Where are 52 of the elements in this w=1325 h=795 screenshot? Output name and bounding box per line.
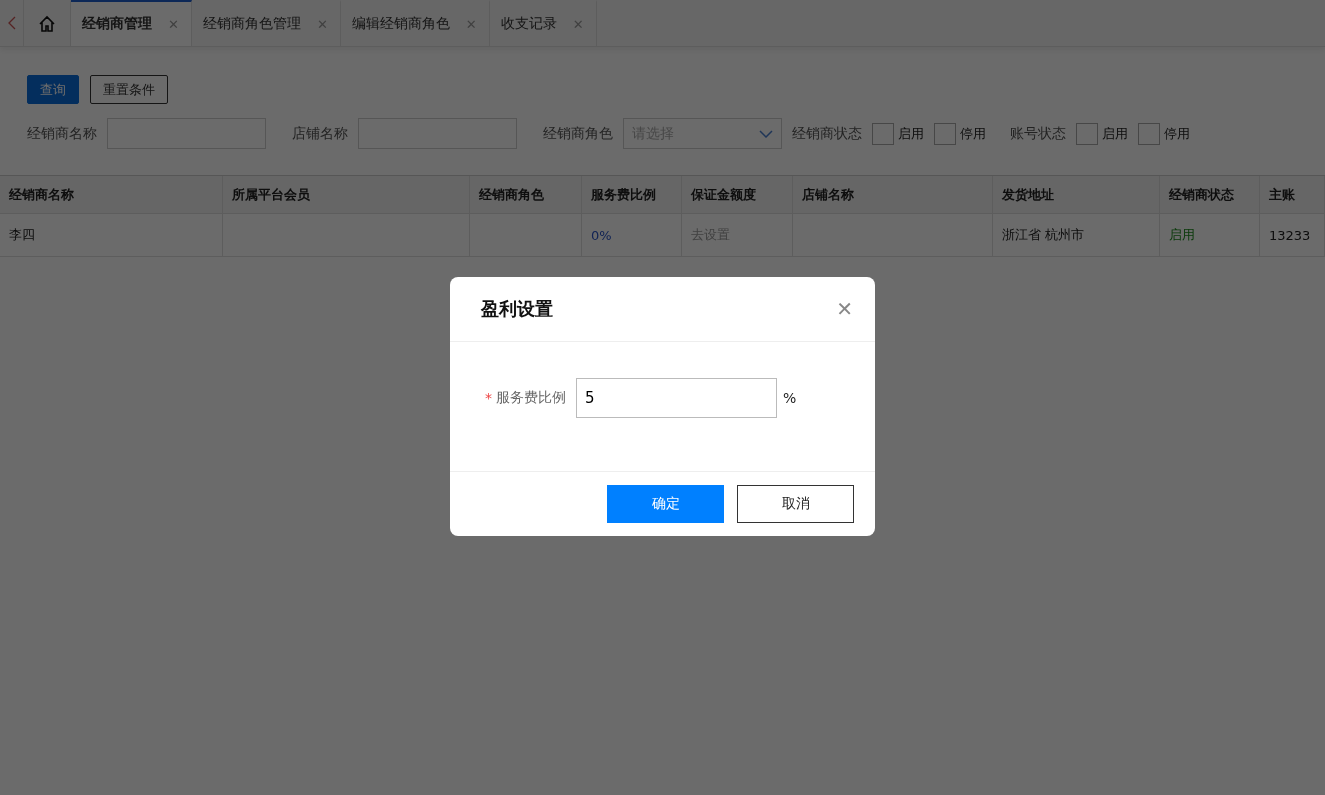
tab-label: 收支记录 [500, 15, 557, 33]
page-tab[interactable]: 收支记录 ✕ [489, 0, 597, 46]
checkbox-label: 停用 [960, 124, 986, 143]
table-cell[interactable]: 0% [582, 214, 682, 256]
filter-label: 店铺名称 [292, 124, 348, 143]
input-field[interactable]: 5 [576, 377, 777, 418]
table-cell: 13233 [1260, 214, 1325, 256]
confirm-button[interactable]: 确定 [607, 485, 724, 523]
column-header: 店铺名称 [793, 176, 993, 213]
column-header: 经销商角色 [470, 176, 582, 213]
checkbox-label: 启用 [898, 124, 924, 143]
column-header: 服务费比例 [582, 176, 682, 213]
checkbox[interactable] [934, 122, 956, 145]
column-header: 经销商状态 [1160, 176, 1260, 213]
column-header: 经销商名称 [0, 176, 223, 213]
close-icon[interactable]: ✕ [572, 16, 584, 32]
dialog-title: 盈利设置 [481, 297, 553, 321]
checkbox-label: 停用 [1164, 124, 1190, 143]
close-icon[interactable]: ✕ [465, 16, 477, 32]
checkbox-label: 启用 [1102, 124, 1128, 143]
filter-label: 经销商状态 [792, 124, 862, 143]
checkbox[interactable] [1138, 122, 1160, 145]
close-button[interactable]: ✕ [836, 297, 853, 321]
unit-label: % [783, 389, 797, 406]
close-icon[interactable]: ✕ [168, 16, 179, 32]
page-tab[interactable]: 编辑经销商角色 ✕ [340, 0, 490, 46]
query-button[interactable]: 查询 [27, 75, 79, 104]
page-tab[interactable]: 经销商管理 ✕ [71, 0, 192, 46]
column-header: 发货地址 [993, 176, 1160, 213]
reset-button[interactable]: 重置条件 [90, 75, 168, 104]
tab-label: 经销商角色管理 [202, 15, 301, 33]
required-mark: * [485, 389, 492, 406]
home-tab[interactable] [24, 0, 71, 46]
chevron-down-icon [759, 129, 773, 138]
checkbox[interactable] [872, 122, 894, 145]
close-icon[interactable]: ✕ [316, 16, 328, 32]
tab-label: 经销商管理 [82, 15, 152, 33]
column-header: 保证金额度 [682, 176, 793, 213]
filter-label: 账号状态 [1010, 124, 1066, 143]
cancel-button[interactable]: 取消 [737, 485, 854, 523]
home-icon [38, 15, 56, 33]
column-header: 所属平台会员 [223, 176, 470, 213]
column-header: 主账 [1260, 176, 1325, 213]
filter-label: 经销商角色 [543, 124, 613, 143]
table-cell: 浙江省 杭州市 [993, 214, 1160, 256]
field-label: 服务费比例 [496, 388, 566, 407]
table-cell: 启用 [1160, 214, 1260, 256]
filter-label: 经销商名称 [27, 124, 97, 143]
page-tab[interactable]: 经销商角色管理 ✕ [191, 0, 341, 46]
tab-label: 编辑经销商角色 [351, 15, 450, 33]
table-cell: 李四 [0, 214, 223, 256]
checkbox[interactable] [1076, 122, 1098, 145]
